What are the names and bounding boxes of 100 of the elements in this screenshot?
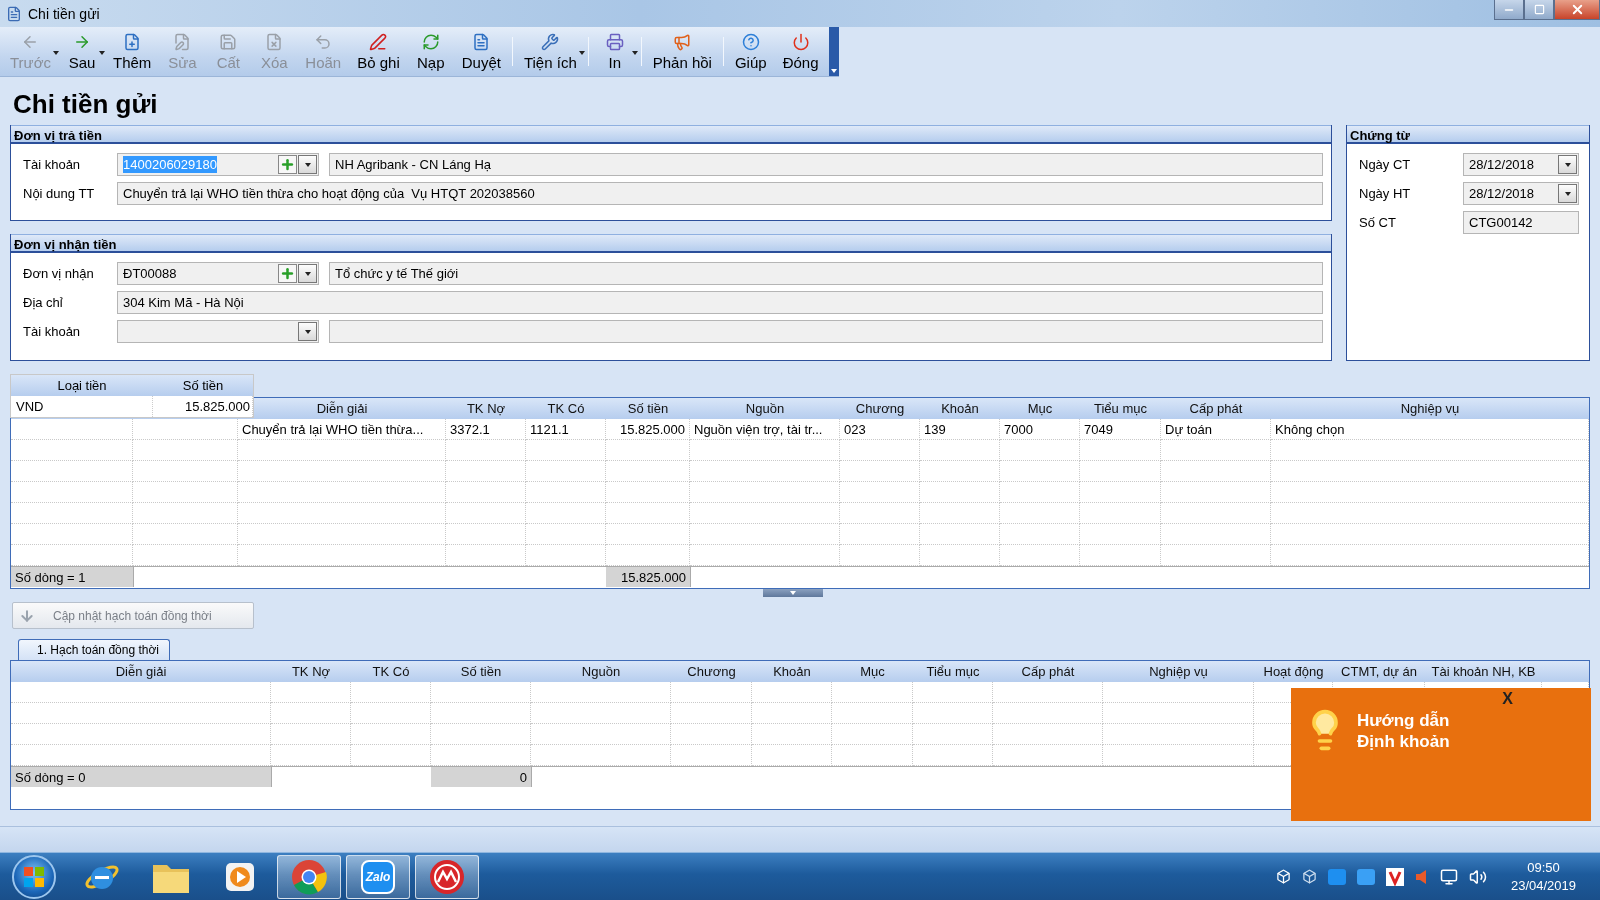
column-header[interactable]: Nghiệp vụ bbox=[1149, 664, 1208, 679]
combo-field[interactable] bbox=[117, 320, 319, 343]
column-header[interactable]: Diễn giải bbox=[115, 664, 167, 679]
toolbar-overflow-button[interactable] bbox=[828, 27, 839, 76]
network-icon[interactable] bbox=[1439, 867, 1458, 886]
close-button[interactable]: X bbox=[1502, 690, 1513, 708]
circle-logo-icon[interactable] bbox=[290, 857, 328, 896]
column-header[interactable]: Hoạt động bbox=[1263, 664, 1324, 679]
close-button[interactable] bbox=[1554, 0, 1600, 20]
taskbar-app[interactable] bbox=[415, 854, 479, 899]
row-count: Số dòng = 0 bbox=[11, 767, 271, 787]
table-cell: 15.825.000 bbox=[153, 396, 253, 417]
column-header[interactable]: Số tiền bbox=[153, 375, 253, 396]
column-header[interactable]: Loại tiền bbox=[11, 375, 153, 396]
toolbar-button[interactable]: Duyệt bbox=[453, 29, 509, 74]
column-header[interactable]: Diễn giải bbox=[316, 401, 368, 416]
column-header[interactable]: Cấp phát bbox=[1021, 664, 1075, 679]
table-cell: 3372.1 bbox=[446, 419, 526, 440]
column-header[interactable]: Tiểu mục bbox=[926, 664, 980, 679]
column-header[interactable]: CTMT, dự án bbox=[1341, 664, 1417, 679]
name-field[interactable]: Tổ chức y tế Thế giới bbox=[329, 262, 1323, 285]
column-header[interactable]: Tài khoản NH, KB bbox=[1431, 664, 1536, 679]
column-header[interactable]: Số tiền bbox=[627, 401, 669, 416]
tab[interactable]: 1. Hạch toán đồng thời bbox=[18, 639, 170, 660]
field-label: Nội dung TT bbox=[23, 186, 96, 201]
column-header[interactable]: TK Nợ bbox=[466, 401, 506, 416]
column-header[interactable]: Khoản bbox=[773, 664, 811, 679]
column-header[interactable]: Số tiền bbox=[460, 664, 502, 679]
name-field[interactable] bbox=[329, 320, 1323, 343]
column-header[interactable]: Nghiệp vụ bbox=[1400, 401, 1460, 416]
field-label: Tài khoản bbox=[23, 157, 82, 172]
dropdown-button[interactable] bbox=[298, 322, 317, 341]
table-cell: 7000 bbox=[1000, 419, 1080, 440]
floppy-icon bbox=[219, 32, 238, 51]
printer-icon bbox=[605, 32, 624, 51]
taskbar-app[interactable] bbox=[277, 854, 341, 899]
table-cell: Không chọn bbox=[1271, 419, 1589, 440]
table-cell: VND bbox=[11, 396, 153, 417]
chat-app-icon[interactable] bbox=[1356, 868, 1375, 885]
column-header[interactable]: Chương bbox=[855, 401, 905, 416]
column-header[interactable]: Cấp phát bbox=[1189, 401, 1243, 416]
text-field[interactable]: CTG00142 bbox=[1463, 211, 1579, 234]
maximize-button[interactable] bbox=[1524, 0, 1554, 20]
dropdown-button[interactable] bbox=[1558, 184, 1577, 203]
column-header[interactable]: Khoản bbox=[941, 401, 979, 416]
text-field[interactable]: Chuyển trả lại WHO tiền thừa cho hoạt động của Vụ HTQT 202038560 bbox=[117, 182, 1323, 205]
clock[interactable]: 09:50 23/04/2019 bbox=[1510, 858, 1576, 895]
file-plus-icon bbox=[123, 32, 142, 51]
column-header[interactable]: Mục bbox=[1027, 401, 1053, 416]
column-header[interactable]: Nguồn bbox=[581, 664, 621, 679]
column-header[interactable]: Nguồn bbox=[745, 401, 785, 416]
panel-title: Đơn vị trả tiền bbox=[11, 125, 1331, 144]
field-label: Tài khoản bbox=[23, 324, 82, 339]
panel-title: Chứng từ bbox=[1347, 125, 1589, 144]
row-count: Số dòng = 1 bbox=[11, 567, 133, 587]
table-cell: 023 bbox=[840, 419, 920, 440]
splitter-handle[interactable] bbox=[763, 589, 823, 597]
table-cell: 139 bbox=[920, 419, 1000, 440]
column-header[interactable]: TK Có bbox=[547, 401, 585, 416]
toolbar-button[interactable]: Giúp bbox=[726, 29, 775, 74]
table-cell: 7049 bbox=[1080, 419, 1161, 440]
box-icon[interactable] bbox=[1301, 869, 1317, 884]
volume-icon[interactable] bbox=[1468, 867, 1487, 886]
toolbar-button[interactable]: Bỏ ghi bbox=[349, 29, 408, 74]
column-header[interactable]: Mục bbox=[860, 664, 885, 679]
toolbar-button[interactable]: Phản hồi bbox=[644, 29, 720, 74]
tip-text: Hướng dẫn bbox=[1357, 710, 1450, 731]
dropdown-button[interactable] bbox=[298, 155, 317, 174]
minimize-button[interactable] bbox=[1494, 0, 1524, 20]
column-header[interactable]: Chương bbox=[687, 664, 736, 679]
text-field[interactable]: 304 Kim Mã - Hà Nội bbox=[117, 291, 1323, 314]
total-amount: 0 bbox=[431, 767, 531, 787]
v-logo-icon[interactable] bbox=[1385, 867, 1404, 886]
maximize-icon bbox=[1533, 4, 1545, 15]
window-title: Chi tiền gửi bbox=[28, 5, 100, 22]
name-field[interactable]: NH Agribank - CN Láng Hạ bbox=[329, 153, 1323, 176]
column-header[interactable]: TK Nợ bbox=[291, 664, 331, 679]
windows-logo-icon bbox=[23, 865, 45, 888]
toolbar-button[interactable]: Nạp bbox=[407, 29, 454, 74]
date-field[interactable]: 28/12/2018 bbox=[1463, 153, 1579, 176]
toolbar-button[interactable]: In bbox=[591, 29, 638, 74]
start-button[interactable] bbox=[12, 854, 56, 899]
lookup-field[interactable]: ĐT00088 bbox=[117, 262, 319, 285]
column-header[interactable]: TK Có bbox=[372, 664, 410, 679]
column-header[interactable]: Tiểu mục bbox=[1094, 401, 1147, 416]
toolbar-button[interactable]: Thêm bbox=[105, 29, 160, 74]
dropdown-button[interactable] bbox=[298, 264, 317, 283]
help-icon bbox=[741, 32, 760, 51]
toolbar-button[interactable]: Sau bbox=[59, 29, 105, 74]
field-label: Ngày HT bbox=[1359, 186, 1412, 201]
table-cell: Nguồn viện trợ, tài tr... bbox=[690, 419, 840, 440]
toolbar-button[interactable]: Tiện ích bbox=[515, 29, 585, 74]
wrench-icon bbox=[541, 32, 560, 51]
megaphone-icon bbox=[673, 32, 692, 51]
table-cell: Chuyển trả lại WHO tiền thừa... bbox=[238, 419, 446, 440]
m-logo-icon[interactable] bbox=[428, 857, 466, 896]
toolbar-button[interactable]: Đóng bbox=[774, 29, 827, 74]
date-field[interactable]: 28/12/2018 bbox=[1463, 182, 1579, 205]
table-cell: Dự toán bbox=[1161, 419, 1271, 440]
dropdown-button[interactable] bbox=[1558, 155, 1577, 174]
